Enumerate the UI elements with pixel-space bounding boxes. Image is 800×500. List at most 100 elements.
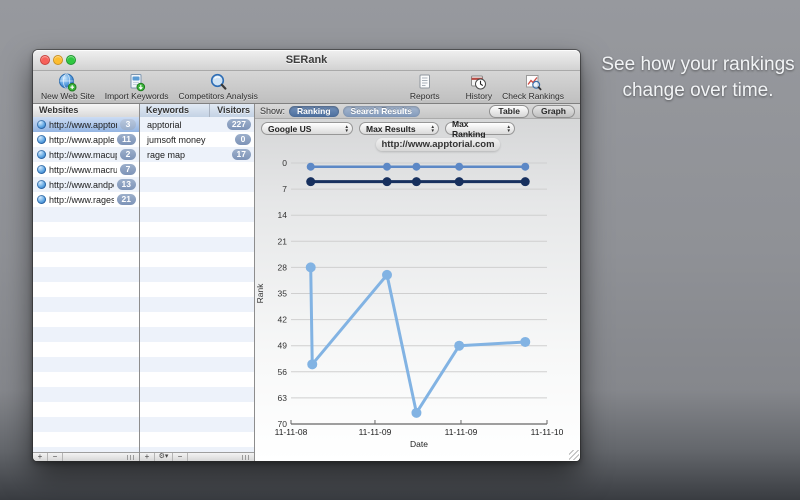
- website-row[interactable]: http://www.andpop.com13: [33, 177, 139, 192]
- keywords-list: apptorial 227 jumsoft money 0 rage map 17: [140, 117, 254, 453]
- websites-footer: + −: [33, 452, 139, 461]
- history-label: History: [465, 91, 493, 101]
- keywords-column-header[interactable]: Keywords: [146, 104, 189, 117]
- history-button[interactable]: History: [466, 73, 492, 101]
- website-row[interactable]: http://www.macrumors.com7: [33, 162, 139, 177]
- close-window-button[interactable]: [40, 55, 50, 65]
- report-document-icon: [415, 73, 434, 91]
- svg-text:14: 14: [278, 210, 288, 220]
- caret-down-icon: ▾: [164, 453, 169, 460]
- reports-label: Reports: [409, 91, 440, 101]
- visitors-count-badge: 227: [226, 119, 251, 130]
- magnifier-icon: [209, 73, 228, 91]
- panel-resize-handle[interactable]: [242, 454, 251, 460]
- website-globe-icon: [37, 135, 46, 144]
- svg-text:49: 49: [278, 341, 288, 351]
- website-url: http://www.ragesw.com: [49, 194, 114, 205]
- keyword-count-badge: 2: [120, 149, 136, 160]
- svg-text:42: 42: [278, 315, 288, 325]
- keyword-row[interactable]: rage map 17: [140, 147, 254, 162]
- reports-button[interactable]: Reports: [410, 73, 440, 101]
- main-content: Websites http://www.apptorial.com3http:/…: [33, 104, 580, 461]
- website-globe-icon: [37, 165, 46, 174]
- ranking-line-chart: 0714212835424956637011-11-08 11-11-09 11-1…: [255, 158, 564, 449]
- remove-website-button[interactable]: −: [48, 453, 63, 461]
- check-rankings-label: Check Rankings: [502, 91, 564, 101]
- window-resize-grip[interactable]: [569, 450, 579, 460]
- svg-text:7: 7: [282, 184, 287, 194]
- websites-header: Websites: [33, 104, 139, 118]
- svg-text:Date: Date: [410, 439, 428, 449]
- keyword-actions-gear-button[interactable]: ⚙▾: [155, 453, 173, 461]
- desktop-background: See how your rankings change over time. …: [0, 0, 800, 500]
- toolbar-right-group: Reports History Check Rankings: [410, 73, 574, 101]
- website-globe-icon: [37, 180, 46, 189]
- svg-text:11-11-08: 11-11-08: [275, 427, 308, 437]
- zoom-window-button[interactable]: [66, 55, 76, 65]
- keyword-name: rage map: [147, 149, 186, 160]
- minimize-window-button[interactable]: [53, 55, 63, 65]
- svg-text:35: 35: [278, 289, 288, 299]
- website-row[interactable]: http://www.apptorial.com3: [33, 117, 139, 132]
- svg-text:Rank: Rank: [255, 283, 265, 304]
- chart-magnifier-icon: [524, 73, 543, 91]
- keyword-count-badge: 11: [117, 134, 136, 145]
- keywords-panel: Keywords Visitors apptorial 227 jumsoft mo…: [140, 104, 255, 461]
- keyword-name: jumsoft money: [147, 134, 206, 145]
- add-keyword-button[interactable]: +: [140, 453, 155, 461]
- new-web-site-label: New Web Site: [41, 91, 95, 101]
- website-globe-icon: [37, 150, 46, 159]
- svg-text:63: 63: [278, 393, 288, 403]
- window-title: SERank: [285, 54, 328, 66]
- keyword-count-badge: 21: [116, 194, 136, 205]
- website-url: http://www.apptorial.com: [49, 119, 117, 130]
- graph-panel: Show: Ranking Search Results Table Graph G…: [255, 104, 580, 461]
- clock-calendar-icon: [469, 73, 488, 91]
- website-row[interactable]: http://www.apple.com11: [33, 132, 139, 147]
- keyword-row[interactable]: apptorial 227: [140, 117, 254, 132]
- competitors-analysis-label: Competitors Analysis: [178, 91, 258, 101]
- svg-text:0: 0: [282, 158, 287, 168]
- traffic-lights: [40, 55, 76, 65]
- import-keywords-label: Import Keywords: [104, 91, 169, 101]
- keywords-footer: + ⚙▾ −: [140, 452, 254, 461]
- serank-window: SERank New Web Site Import Keywords Compet…: [32, 49, 581, 462]
- svg-text:11-11-10: 11-11-10: [531, 427, 564, 437]
- website-url: http://www.macrumors.com: [49, 164, 117, 175]
- websites-panel: Websites http://www.apptorial.com3http:/…: [33, 104, 140, 461]
- globe-plus-icon: [58, 73, 77, 91]
- keyword-name: apptorial: [147, 119, 182, 130]
- chart-title-pill: http://www.apptorial.com: [376, 138, 500, 151]
- competitors-analysis-button[interactable]: Competitors Analysis: [178, 73, 258, 101]
- svg-text:56: 56: [278, 367, 288, 377]
- svg-text:21: 21: [278, 236, 288, 246]
- website-globe-icon: [37, 195, 46, 204]
- svg-text:11-11-09: 11-11-09: [359, 427, 392, 437]
- website-url: http://www.andpop.com: [49, 179, 114, 190]
- svg-text:28: 28: [278, 262, 288, 272]
- website-url: http://www.apple.com: [49, 134, 114, 145]
- panel-resize-handle[interactable]: [127, 454, 136, 460]
- toolbar: New Web Site Import Keywords Competitors A…: [33, 71, 580, 104]
- keyword-count-badge: 7: [120, 164, 136, 175]
- marketing-caption: See how your rankings change over time.: [601, 54, 795, 101]
- website-globe-icon: [37, 120, 46, 129]
- keyword-count-badge: 13: [116, 179, 136, 190]
- svg-text:11-11-09: 11-11-09: [445, 427, 478, 437]
- window-titlebar[interactable]: SERank: [33, 50, 580, 71]
- websites-list: http://www.apptorial.com3http://www.appl…: [33, 117, 139, 453]
- website-row[interactable]: http://www.macupdate.com2: [33, 147, 139, 162]
- keyword-count-badge: 3: [120, 119, 136, 130]
- add-website-button[interactable]: +: [33, 453, 48, 461]
- check-rankings-button[interactable]: Check Rankings: [502, 73, 564, 101]
- visitors-count-badge: 0: [235, 134, 251, 145]
- remove-keyword-button[interactable]: −: [173, 453, 188, 461]
- visitors-count-badge: 17: [231, 149, 251, 160]
- keywords-header: Keywords Visitors: [140, 104, 254, 118]
- keyword-row[interactable]: jumsoft money 0: [140, 132, 254, 147]
- website-row[interactable]: http://www.ragesw.com21: [33, 192, 139, 207]
- import-keywords-button[interactable]: Import Keywords: [104, 73, 169, 101]
- document-download-icon: [127, 73, 146, 91]
- visitors-column-header[interactable]: Visitors: [209, 104, 254, 117]
- new-web-site-button[interactable]: New Web Site: [41, 73, 95, 101]
